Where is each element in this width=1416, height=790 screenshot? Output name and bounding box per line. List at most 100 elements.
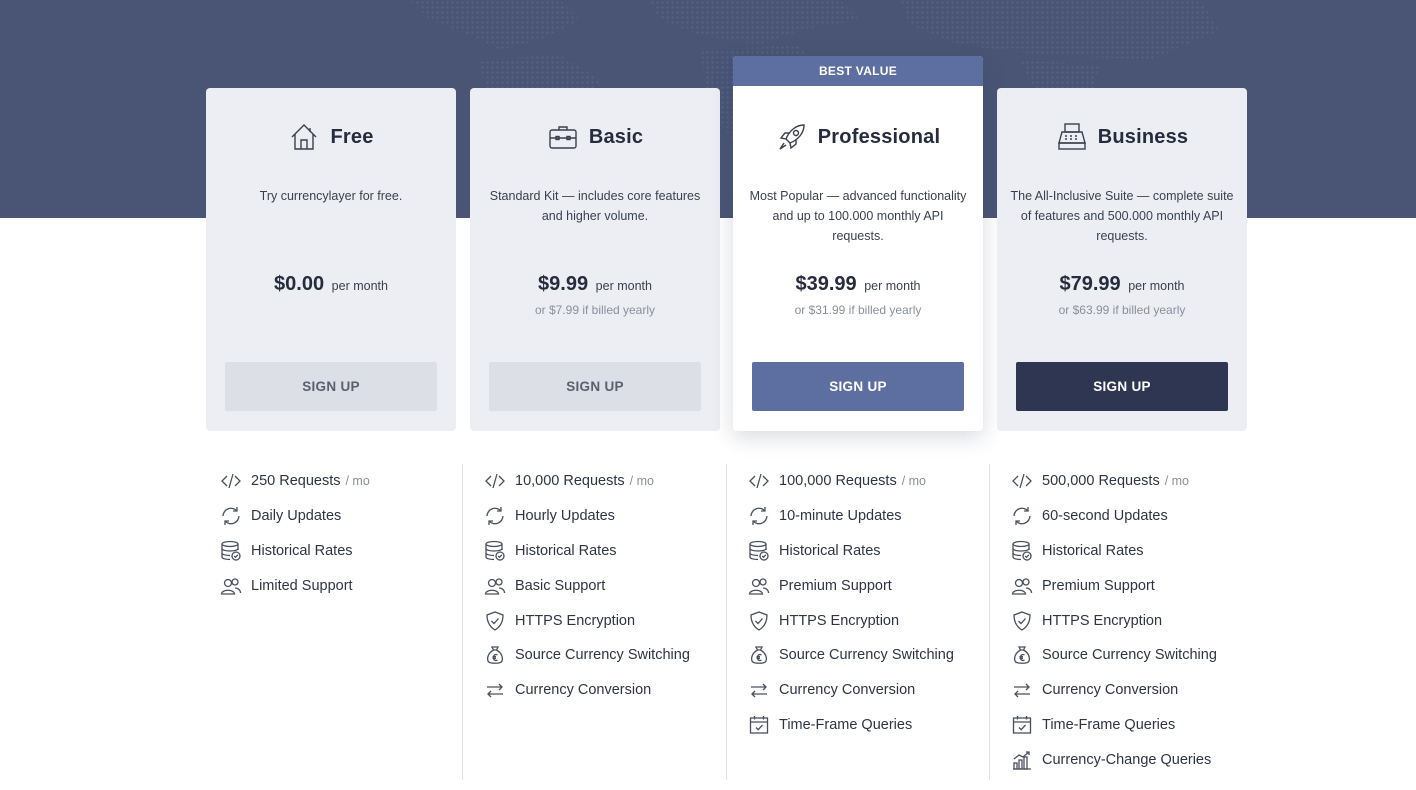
feature-label: Premium Support [1042,577,1155,594]
plan-header: Free [206,122,456,152]
list-item: HTTPS Encryption [727,603,986,638]
feature-label: Basic Support [515,577,606,594]
list-item: HTTPS Encryption [990,603,1249,638]
price-amount: $39.99 [795,273,857,295]
list-item: Limited Support [206,568,466,603]
house-icon [291,124,317,150]
feature-label: Limited Support [251,577,353,594]
code-icon [749,474,769,489]
plan-price: $39.99 per month [733,273,983,296]
best-value-ribbon: BEST VALUE [733,56,983,86]
list-item: HTTPS Encryption [463,603,722,638]
signup-button-free[interactable]: SIGN UP [225,362,437,411]
plan-name: Basic [588,125,644,148]
feature-label: Time-Frame Queries [1042,716,1176,733]
feature-label: 250 Requests [251,473,341,490]
plan-header: Business [997,122,1247,152]
list-item: Premium Support [990,568,1249,603]
yearly-price: or $63.99 if billed yearly [1058,303,1186,317]
calendar-icon [1012,715,1032,734]
shield-icon [1013,610,1031,631]
feature-requests: 100,000 Requests / mo [727,464,986,499]
feature-label: 60-second Updates [1042,508,1168,525]
refresh-icon [222,507,240,526]
list-item: Historical Rates [990,534,1249,569]
feature-requests: 500,000 Requests / mo [990,464,1249,499]
signup-button-professional[interactable]: SIGN UP [752,362,964,411]
calendar-icon [749,715,769,734]
exchange-arrows-icon [751,683,767,698]
feature-unit: / mo [345,474,370,489]
list-item: Time-Frame Queries [990,708,1249,743]
feature-label: Source Currency Switching [1042,647,1217,664]
feature-label: 10,000 Requests [515,473,625,490]
feature-label: Currency-Change Queries [1042,751,1212,768]
plan-card-professional: BEST VALUE Professional Most Popular — a… [733,56,983,431]
list-item: Historical Rates [206,534,466,569]
plan-price: $9.99 per month [470,273,720,296]
code-icon [1012,474,1032,489]
database-icon [1012,540,1032,561]
feature-unit: / mo [1164,474,1190,489]
plan-description: The All-Inclusive Suite — complete suite… [1010,189,1234,243]
refresh-icon [1013,507,1031,526]
yearly-price: or $7.99 if billed yearly [534,303,656,317]
price-period: per month [864,279,921,293]
plan-card-business: Business The All-Inclusive Suite — compl… [997,88,1247,431]
price-period: per month [595,279,652,293]
shield-icon [486,610,504,631]
price-amount: $9.99 [538,273,589,295]
feature-label: Source Currency Switching [779,647,954,664]
list-item: Hourly Updates [463,499,722,534]
rocket-icon [779,124,805,150]
list-item: Currency Conversion [463,673,722,708]
exchange-arrows-icon [487,683,503,698]
users-icon [220,578,242,595]
price-period: per month [331,279,388,293]
feature-label: HTTPS Encryption [1042,612,1163,629]
list-item: 10-minute Updates [727,499,986,534]
yearly-price [206,303,456,319]
money-bag-icon [487,646,503,665]
feature-label: Historical Rates [779,542,881,559]
pricing-plans: Free Try currencylayer for free. $0.00 p… [206,56,1248,436]
database-icon [485,540,505,561]
bar-chart-icon [1013,751,1031,770]
price-amount: $0.00 [274,273,325,295]
feature-requests: 250 Requests / mo [206,464,466,499]
list-item: Time-Frame Queries [727,708,986,743]
list-item: Currency-Change Queries [990,742,1249,777]
feature-label: Currency Conversion [779,682,916,699]
plan-card-free: Free Try currencylayer for free. $0.00 p… [206,88,456,431]
plan-header: Basic [470,122,720,152]
feature-label: Currency Conversion [515,682,652,699]
signup-button-business[interactable]: SIGN UP [1016,362,1228,411]
plan-description: Try currencylayer for free. [259,189,403,203]
database-icon [749,540,769,561]
feature-label: Historical Rates [1042,542,1144,559]
database-icon [221,540,241,561]
feature-label: Premium Support [779,577,892,594]
features-business: 500,000 Requests / mo 60-second Updates H… [989,464,1249,780]
plan-card-basic: Basic Standard Kit — includes core featu… [470,88,720,431]
feature-unit: / mo [629,474,654,489]
list-item: Source Currency Switching [990,638,1249,673]
plan-price: $79.99 per month [997,273,1247,296]
list-item: Premium Support [727,568,986,603]
plan-name: Free [330,125,374,148]
yearly-price: or $31.99 if billed yearly [794,303,922,317]
list-item: Currency Conversion [727,673,986,708]
list-item: Source Currency Switching [463,638,722,673]
feature-requests: 10,000 Requests / mo [463,464,722,499]
feature-lists: 250 Requests / mo Daily Updates Historica… [206,458,1248,780]
refresh-icon [486,507,504,526]
feature-label: Time-Frame Queries [779,716,913,733]
feature-label: 500,000 Requests [1042,473,1160,490]
feature-unit: / mo [901,474,927,489]
plan-price: $0.00 per month [206,273,456,296]
list-item: Daily Updates [206,499,466,534]
signup-button-basic[interactable]: SIGN UP [489,362,701,411]
money-bag-icon [1014,646,1030,665]
code-icon [221,474,241,489]
cash-register-icon [1057,123,1086,150]
